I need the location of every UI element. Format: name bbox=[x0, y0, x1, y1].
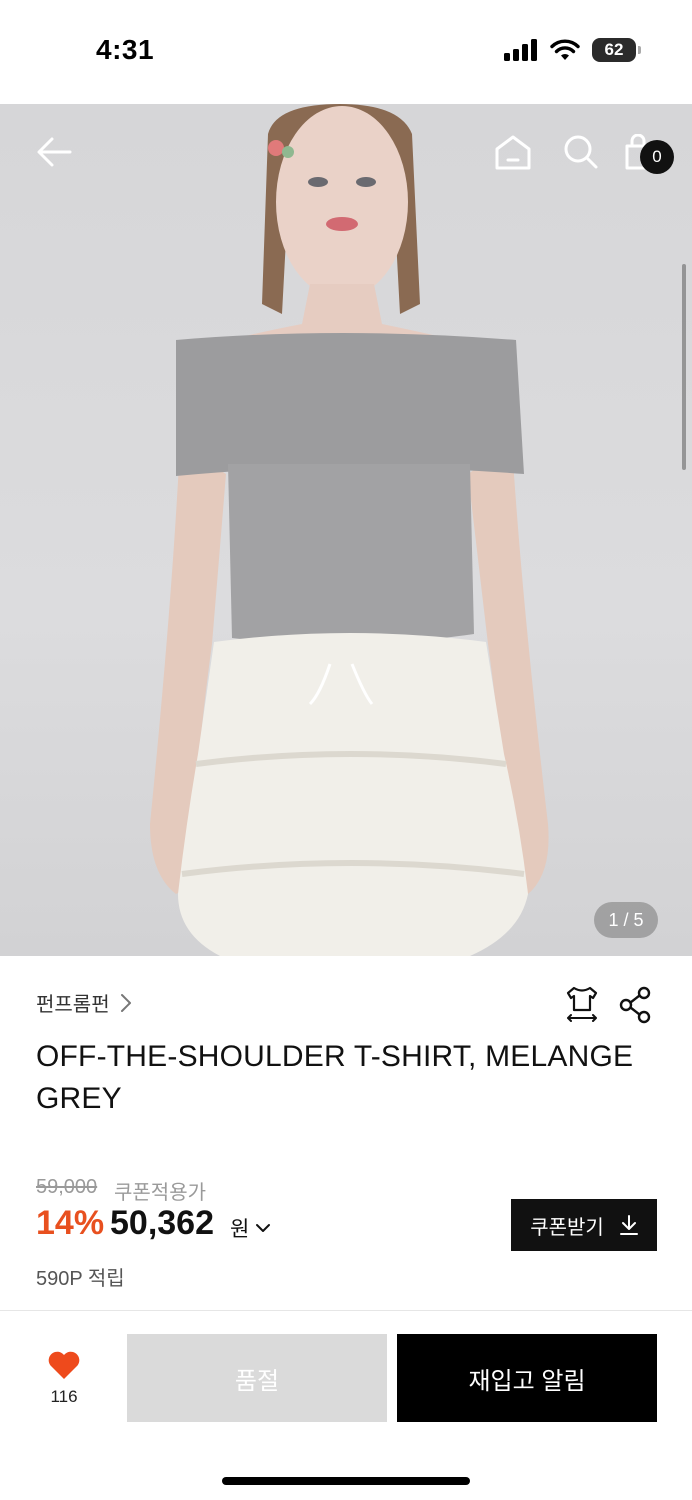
brand-name: 펀프롬펀 bbox=[36, 994, 110, 1016]
size-guide-button[interactable] bbox=[562, 984, 602, 1029]
like-button[interactable]: 116 bbox=[36, 1350, 92, 1407]
currency-unit: 원 bbox=[230, 1218, 250, 1241]
brand-link[interactable]: 펀프롬펀 bbox=[36, 988, 132, 1017]
signal-icon bbox=[504, 39, 537, 61]
image-pager: 1 / 5 bbox=[594, 902, 658, 938]
home-icon bbox=[495, 135, 531, 170]
battery-indicator: 62 bbox=[592, 38, 641, 62]
chevron-down-icon bbox=[256, 1224, 271, 1232]
status-icons: 62 bbox=[504, 38, 641, 62]
restock-alert-button[interactable]: 재입고 알림 bbox=[397, 1334, 657, 1422]
size-guide-icon bbox=[566, 986, 598, 1022]
get-coupon-button[interactable]: 쿠폰받기 bbox=[511, 1199, 657, 1251]
home-button[interactable] bbox=[490, 128, 536, 176]
download-icon bbox=[619, 1215, 638, 1235]
home-indicator[interactable] bbox=[222, 1477, 470, 1485]
sale-price: 50,362 bbox=[110, 1204, 214, 1242]
back-arrow-icon bbox=[37, 137, 72, 167]
coupon-price-label: 쿠폰적용가 bbox=[114, 1182, 206, 1204]
cart-count-badge: 0 bbox=[640, 140, 674, 174]
product-photo bbox=[150, 104, 549, 956]
get-coupon-label: 쿠폰받기 bbox=[530, 1216, 604, 1239]
share-button[interactable] bbox=[618, 984, 654, 1029]
search-button[interactable] bbox=[558, 128, 604, 176]
status-time: 4:31 bbox=[96, 34, 155, 65]
share-icon bbox=[619, 986, 651, 1024]
scrollbar-thumb[interactable] bbox=[682, 264, 686, 470]
soldout-button: 품절 bbox=[127, 1334, 387, 1422]
original-price: 59,000 bbox=[36, 1176, 98, 1198]
wifi-icon bbox=[550, 39, 580, 60]
search-icon bbox=[564, 135, 598, 169]
product-image-carousel[interactable]: 1 / 5 bbox=[0, 104, 692, 956]
like-count: 116 bbox=[50, 1387, 78, 1406]
chevron-right-icon bbox=[120, 993, 131, 1012]
back-button[interactable] bbox=[28, 128, 80, 176]
product-title: OFF-THE-SHOULDER T-SHIRT, MELANGE GREY bbox=[36, 1040, 634, 1115]
heart-icon bbox=[48, 1351, 80, 1379]
discount-rate: 14% bbox=[36, 1204, 105, 1242]
status-bar: 4:31 62 bbox=[0, 0, 692, 104]
divider bbox=[0, 1310, 692, 1311]
reward-points: 590P 적립 bbox=[36, 1268, 125, 1290]
price-detail-toggle[interactable]: 원 bbox=[230, 1213, 271, 1243]
